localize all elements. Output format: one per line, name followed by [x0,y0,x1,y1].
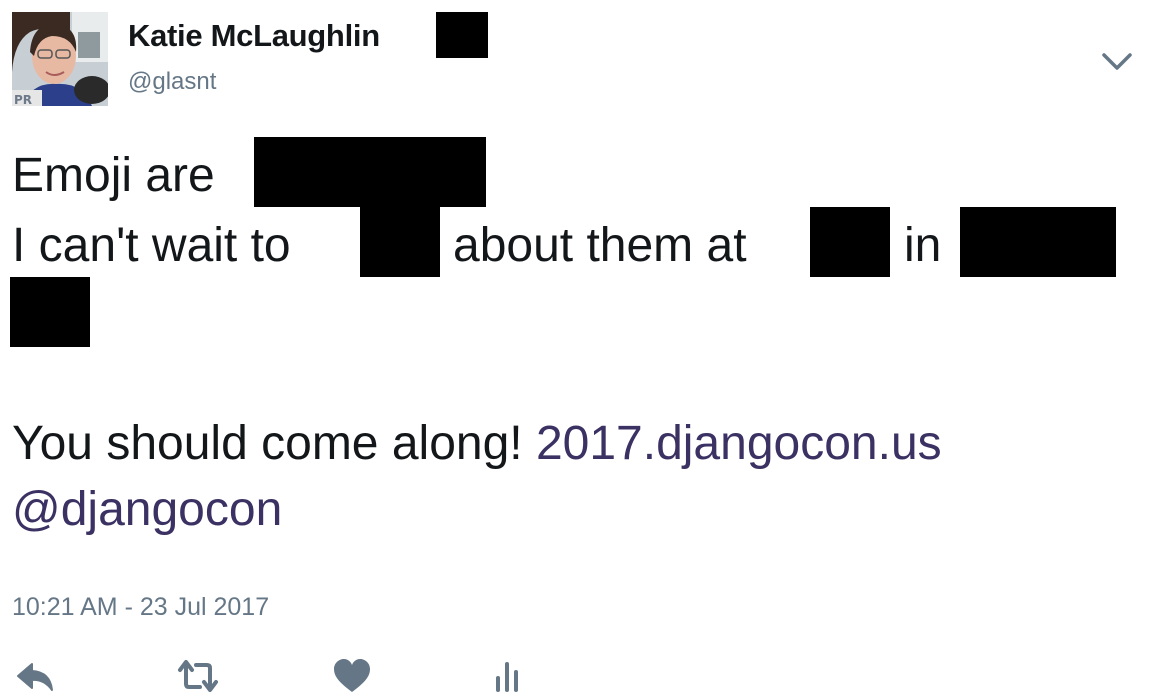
tweet-text-line-1: Emoji are [12,149,215,202]
tweet-text-cta: You should come along! [12,417,523,470]
chevron-down-icon[interactable] [1100,48,1134,76]
retweet-icon[interactable] [176,656,220,696]
avatar[interactable]: PR [12,12,108,106]
tweet-text-line-4: You should come along! 2017.djangocon.us [12,416,942,472]
redaction-box [10,277,90,347]
heart-icon[interactable] [330,656,374,696]
reply-icon[interactable] [14,656,58,696]
tweet-text-line-2c: in [904,219,942,272]
redaction-box [810,207,890,277]
author-name[interactable]: Katie McLaughlin [128,16,380,56]
redaction-box [960,207,1116,277]
tweet-mention[interactable]: @djangocon [12,482,282,538]
redaction-box [436,12,488,58]
author-handle[interactable]: @glasnt [128,66,216,98]
svg-text:PR: PR [14,93,32,106]
tweet-link[interactable]: 2017.djangocon.us [536,417,942,470]
tweet-timestamp[interactable]: 10:21 AM - 23 Jul 2017 [12,590,269,624]
analytics-icon[interactable] [490,656,534,696]
redaction-box [254,137,486,207]
redaction-box [360,207,440,277]
tweet-text-line-2b: about them at [453,219,747,272]
tweet-text-line-2a: I can't wait to [12,219,291,272]
